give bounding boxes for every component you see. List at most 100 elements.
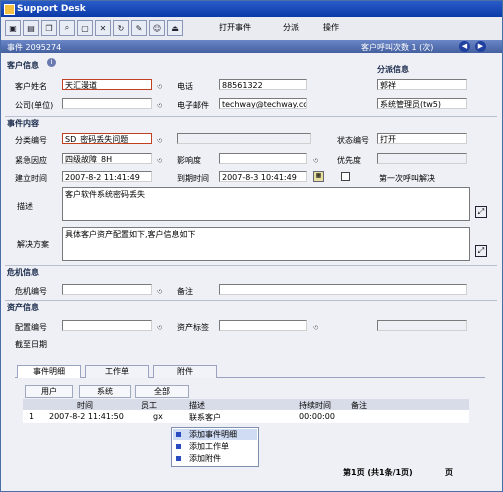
menu-open-event[interactable]: 打开事件 [219, 22, 251, 33]
company-label: 公司(单位) [15, 101, 54, 110]
crisis-no-field[interactable] [62, 284, 152, 295]
priority-field [377, 153, 467, 164]
customer-section-title: 客户信息 [7, 61, 39, 70]
crisis-note-field[interactable] [219, 284, 467, 295]
asset-tag-field[interactable] [219, 320, 307, 331]
urgency-lookup-icon[interactable]: ৩ [157, 155, 166, 165]
category-lookup-icon[interactable]: ৩ [157, 135, 166, 145]
table-row[interactable]: 1 2007-8-2 11:41:50 gx 联系客户 00:00:00 [23, 410, 469, 423]
customer-name-label: 客户姓名 [15, 82, 47, 91]
tools-icon[interactable]: ✎ [131, 20, 147, 36]
crisis-note-label: 备注 [177, 287, 193, 296]
created-field[interactable]: 2007-8-2 11:41:49 [62, 171, 152, 182]
urgency-field[interactable]: 四级故障_8H [62, 153, 152, 164]
info-icon[interactable]: i [47, 58, 56, 67]
search-icon[interactable]: ⌕ [59, 20, 75, 36]
title-bar: Support Desk [1, 1, 502, 17]
toolbar: ▣ ▤ ❐ ⌕ ▢ ✕ ↻ ✎ ☺ ⏏ 打开事件 分派 操作 [1, 17, 502, 41]
description-field[interactable]: 客户软件系统密码丢失 [62, 187, 470, 221]
bullet-icon [176, 456, 181, 461]
next-record-icon[interactable]: ▶ [475, 41, 486, 52]
asset-extra-field [377, 320, 467, 331]
exit-icon[interactable]: ⏏ [167, 20, 183, 36]
subtab-all[interactable]: 全部 [135, 385, 189, 398]
asset-section-title: 资产信息 [7, 303, 39, 312]
asset-lookup-icon[interactable]: ৩ [313, 322, 322, 332]
priority-label: 优先度 [337, 156, 361, 165]
tab-event-detail[interactable]: 事件明细 [17, 365, 81, 378]
menu-assign[interactable]: 分派 [283, 22, 299, 33]
company-field[interactable] [62, 98, 152, 109]
pager-suffix[interactable]: 页 [445, 467, 453, 478]
pager-info: 第1页 (共1条/1页) [343, 468, 413, 477]
category-field[interactable]: SD_密码丢失问题 [62, 133, 152, 144]
asset-tag-label: 资产标签 [177, 323, 209, 332]
expand-icon[interactable]: ⤢ [475, 245, 487, 257]
menu-add-work-order[interactable]: 添加工作单 [176, 441, 229, 452]
expand-icon[interactable]: ⤢ [475, 206, 487, 218]
solution-field[interactable]: 具体客户资产配置如下,客户信息如下 [62, 227, 470, 261]
due-field[interactable]: 2007-8-3 10:41:49 [219, 171, 307, 182]
customer-lookup-icon[interactable]: ৩ [157, 81, 166, 91]
impact-lookup-icon[interactable]: ৩ [313, 155, 322, 165]
email-label: 电子邮件 [177, 101, 209, 110]
crisis-section-title: 危机信息 [7, 268, 39, 277]
divider [5, 265, 497, 266]
expire-label: 截至日期 [15, 340, 47, 349]
assign-section-title: 分派信息 [377, 65, 409, 74]
tab-work-order[interactable]: 工作单 [85, 365, 149, 378]
first-call-label: 第一次呼叫解决 [379, 174, 435, 183]
menu-item-label: 添加事件明细 [189, 430, 237, 439]
divider [5, 300, 497, 301]
print-icon[interactable]: ▤ [23, 20, 39, 36]
refresh-icon[interactable]: ↻ [113, 20, 129, 36]
category-desc-field [177, 133, 311, 144]
row-duration: 00:00:00 [299, 412, 335, 421]
email-field[interactable]: techway@techway.com [219, 98, 307, 109]
calendar-icon[interactable]: ▦ [313, 171, 324, 182]
description-label: 描述 [17, 202, 33, 211]
impact-label: 影响度 [177, 156, 201, 165]
menu-add-attachment[interactable]: 添加附件 [176, 453, 221, 464]
bullet-icon [176, 444, 181, 449]
customer-name-field[interactable]: 天汇漫道 [62, 79, 152, 90]
row-staff: gx [153, 412, 163, 421]
impact-field[interactable] [219, 153, 307, 164]
subtab-system[interactable]: 系统 [79, 385, 131, 398]
copy-icon[interactable]: ❐ [41, 20, 57, 36]
menu-add-event-detail[interactable]: 添加事件明细 [173, 429, 257, 440]
close-icon[interactable]: ✕ [95, 20, 111, 36]
subtab-user[interactable]: 用户 [25, 385, 73, 398]
created-label: 建立时间 [15, 174, 47, 183]
row-time: 2007-8-2 11:41:50 [49, 412, 124, 421]
tab-attachment[interactable]: 附件 [153, 365, 217, 378]
event-section-title: 事件内容 [7, 119, 39, 128]
urgency-label: 紧急因应 [15, 156, 47, 165]
row-number: 1 [29, 412, 35, 421]
prev-record-icon[interactable]: ◀ [459, 41, 470, 52]
crisis-no-label: 危机编号 [15, 287, 47, 296]
due-label: 到期时间 [177, 174, 209, 183]
config-lookup-icon[interactable]: ৩ [157, 322, 166, 332]
phone-field[interactable]: 88561322 [219, 79, 307, 90]
company-lookup-icon[interactable]: ৩ [157, 100, 166, 110]
bullet-icon [176, 432, 181, 437]
save-icon[interactable]: ▣ [5, 20, 21, 36]
menu-action[interactable]: 操作 [323, 22, 339, 33]
assignee-field[interactable]: 郭祥 [377, 79, 467, 90]
solution-label: 解决方案 [17, 240, 49, 249]
app-icon [4, 4, 15, 15]
first-call-checkbox[interactable] [341, 172, 350, 181]
window-icon[interactable]: ▢ [77, 20, 93, 36]
assign-group-field[interactable]: 系统管理员(tw5) [377, 98, 467, 109]
row-description: 联系客户 [189, 413, 221, 422]
call-count: 客户呼叫次数 1 (次) [361, 43, 434, 52]
event-header: 事件 2095274 客户呼叫次数 1 (次) ◀ ▶ [1, 40, 502, 53]
config-field[interactable] [62, 320, 152, 331]
status-field[interactable]: 打开 [377, 133, 467, 144]
window-title: Support Desk [17, 4, 86, 14]
crisis-lookup-icon[interactable]: ৩ [157, 286, 166, 296]
menu-item-label: 添加附件 [189, 454, 221, 463]
context-menu: 添加事件明细 添加工作单 添加附件 [171, 427, 259, 467]
user-icon[interactable]: ☺ [149, 20, 165, 36]
